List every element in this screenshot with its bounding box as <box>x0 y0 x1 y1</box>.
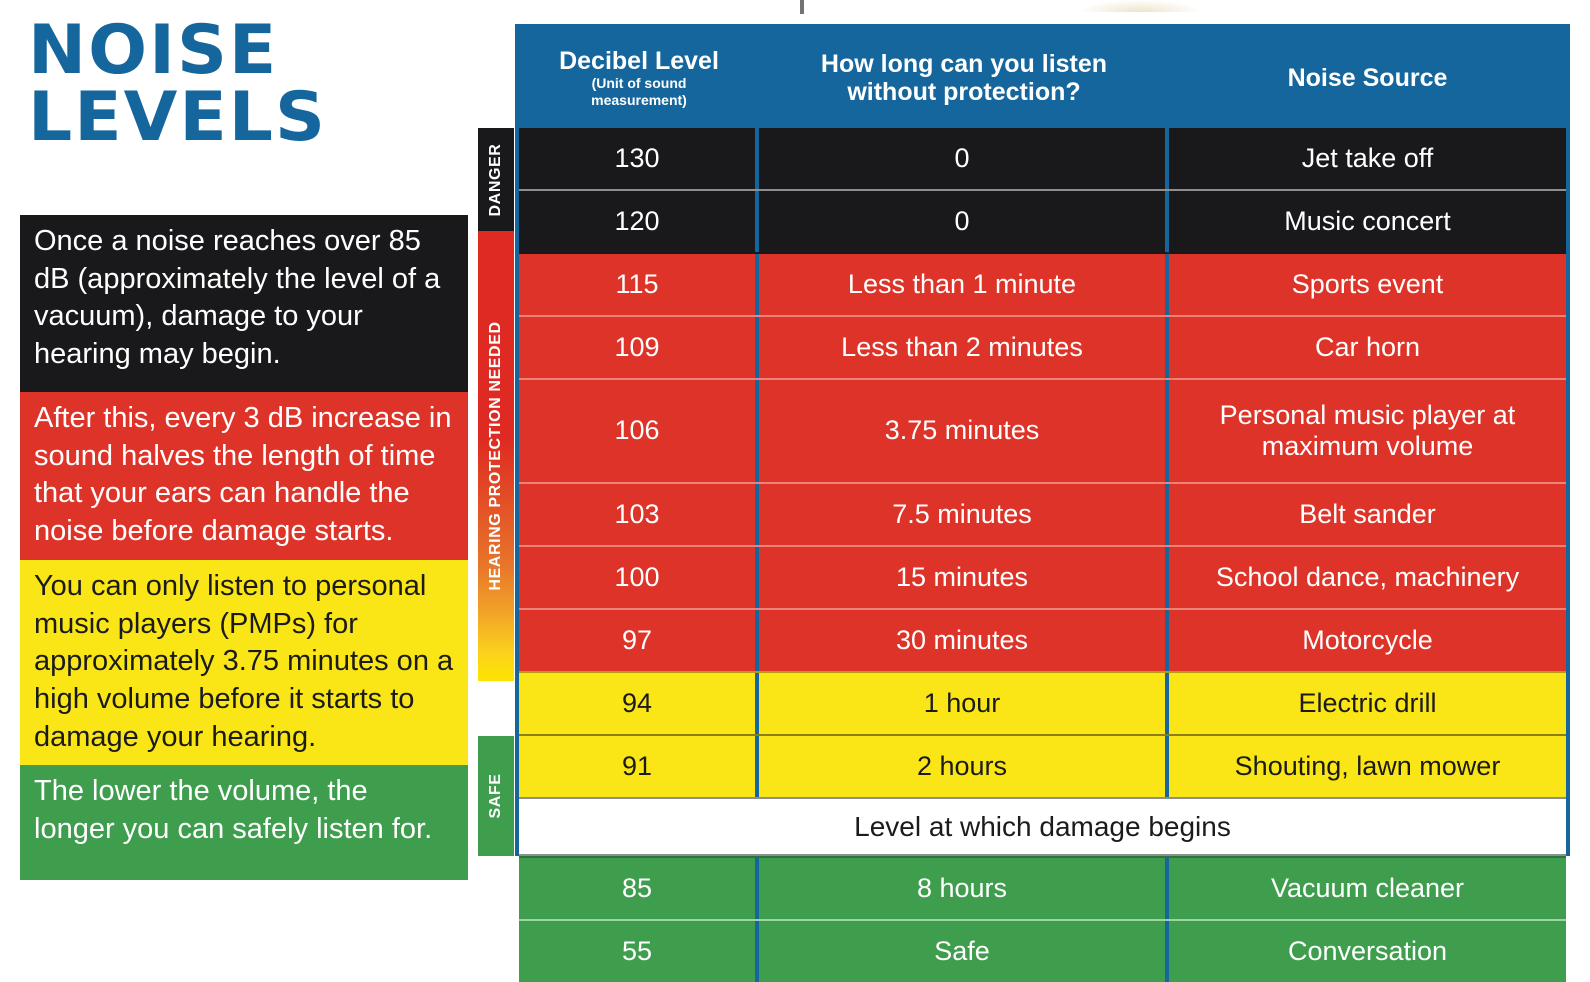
page-title: NOISE LEVELS <box>28 11 456 157</box>
table-row: 103 7.5 minutes Belt sander <box>519 482 1566 545</box>
cell-listen-duration: Less than 1 minute <box>759 254 1169 315</box>
table-row: 97 30 minutes Motorcycle <box>519 608 1566 671</box>
band-label-protection-text: HEARING PROTECTION NEEDED <box>487 321 504 591</box>
table-header-decibel-level: Decibel Level (Unit of sound measurement… <box>519 28 759 128</box>
band-label-hearing-protection-needed: HEARING PROTECTION NEEDED <box>478 231 514 681</box>
cell-decibel-level: 94 <box>519 673 759 734</box>
cell-noise-source: Music concert <box>1284 205 1451 236</box>
cell-listen-duration: 7.5 minutes <box>759 484 1169 545</box>
band-label-danger-text: DANGER <box>487 143 504 216</box>
fact-text: The lower the volume, the longer you can… <box>34 775 433 845</box>
cell-decibel-level: 109 <box>519 317 759 378</box>
table-body: 130 0 Jet take off 120 0 Music concert 115 Less… <box>519 128 1566 982</box>
cell-decibel-level: 115 <box>519 254 759 315</box>
fact-text: After this, every 3 dB increase in sound… <box>34 402 452 548</box>
table-row: 106 3.75 minutes Personal music player at … <box>519 378 1566 482</box>
table-row: 55 Safe Conversation <box>519 919 1566 982</box>
cell-decibel-level: 100 <box>519 547 759 608</box>
fact-block-lower-volume: The lower the volume, the longer you can… <box>20 765 468 880</box>
fact-text: Once a noise reaches over 85 dB (approxi… <box>34 225 441 371</box>
band-label-safe-text: SAFE <box>487 773 504 819</box>
cell-noise-source: Motorcycle <box>1302 624 1433 655</box>
header-title: Decibel Level <box>559 47 719 76</box>
cell-listen-duration: 0 <box>759 191 1169 252</box>
cell-decibel-level: 120 <box>519 191 759 252</box>
cell-listen-duration: 30 minutes <box>759 610 1169 671</box>
cell-noise-source: Electric drill <box>1298 687 1437 718</box>
fact-block-damage-threshold: Once a noise reaches over 85 dB (approxi… <box>20 215 468 392</box>
cell-decibel-level: 85 <box>519 858 759 919</box>
cell-noise-source: School dance, machinery <box>1215 561 1520 592</box>
cell-listen-duration: 3.75 minutes <box>759 380 1169 482</box>
crop-artifact-blob <box>1080 0 1200 12</box>
cell-noise-source: Personal music player at maximum volume <box>1219 399 1516 461</box>
table-header-listen-duration: How long can you listen without protecti… <box>759 28 1169 128</box>
cell-listen-duration: 8 hours <box>759 858 1169 919</box>
crop-artifact-mark <box>800 0 804 14</box>
header-title-line-1: How long can you listen <box>820 50 1108 78</box>
table-header-noise-source: Noise Source <box>1169 28 1566 128</box>
table-row: 100 15 minutes School dance, machinery <box>519 545 1566 608</box>
table-row: 91 2 hours Shouting, lawn mower <box>519 734 1566 797</box>
cell-noise-source: Belt sander <box>1299 498 1436 529</box>
damage-threshold-divider: Level at which damage begins <box>519 797 1566 856</box>
noise-levels-table-region: DANGER HEARING PROTECTION NEEDED SAFE De… <box>478 24 1570 982</box>
cell-decibel-level: 130 <box>519 128 759 189</box>
fact-block-pmp-limit: You can only listen to personal music pl… <box>20 560 468 765</box>
table-row: 115 Less than 1 minute Sports event <box>519 252 1566 315</box>
cell-listen-duration: 1 hour <box>759 673 1169 734</box>
cell-listen-duration: Safe <box>759 921 1169 982</box>
cell-noise-source: Car horn <box>1314 331 1421 362</box>
cell-decibel-level: 91 <box>519 736 759 797</box>
noise-levels-table: Decibel Level (Unit of sound measurement… <box>515 24 1570 982</box>
cell-noise-source: Sports event <box>1291 268 1444 299</box>
cell-noise-source: Vacuum cleaner <box>1270 872 1465 903</box>
header-title: Noise Source <box>1287 64 1448 92</box>
table-row: 130 0 Jet take off <box>519 128 1566 189</box>
table-row: 85 8 hours Vacuum cleaner <box>519 856 1566 919</box>
header-subtitle-line-2: measurement) <box>591 92 687 108</box>
cell-decibel-level: 97 <box>519 610 759 671</box>
table-header-row: Decibel Level (Unit of sound measurement… <box>519 28 1566 128</box>
cell-listen-duration: 0 <box>759 128 1169 189</box>
cell-listen-duration: 2 hours <box>759 736 1169 797</box>
cell-noise-source: Conversation <box>1287 935 1448 966</box>
cell-decibel-level: 106 <box>519 380 759 482</box>
table-row: 120 0 Music concert <box>519 189 1566 252</box>
band-label-safe: SAFE <box>478 736 514 856</box>
band-label-danger: DANGER <box>478 128 514 231</box>
cell-decibel-level: 103 <box>519 484 759 545</box>
cell-decibel-level: 55 <box>519 921 759 982</box>
header-subtitle-line-1: (Unit of sound <box>591 75 687 92</box>
cell-listen-duration: 15 minutes <box>759 547 1169 608</box>
page-title-line-2: LEVELS <box>28 77 328 157</box>
fact-text: You can only listen to personal music pl… <box>34 570 454 753</box>
cell-listen-duration: Less than 2 minutes <box>759 317 1169 378</box>
table-row: 94 1 hour Electric drill <box>519 671 1566 734</box>
cell-noise-source: Shouting, lawn mower <box>1234 750 1501 781</box>
cell-noise-source: Jet take off <box>1301 142 1434 173</box>
page-title-line-1: NOISE <box>28 11 279 90</box>
left-info-panel: NOISE LEVELS Once a noise reaches over 8… <box>20 0 468 880</box>
table-row: 109 Less than 2 minutes Car horn <box>519 315 1566 378</box>
header-title-line-2: without protection? <box>847 78 1081 106</box>
fact-block-3db-rule: After this, every 3 dB increase in sound… <box>20 392 468 560</box>
